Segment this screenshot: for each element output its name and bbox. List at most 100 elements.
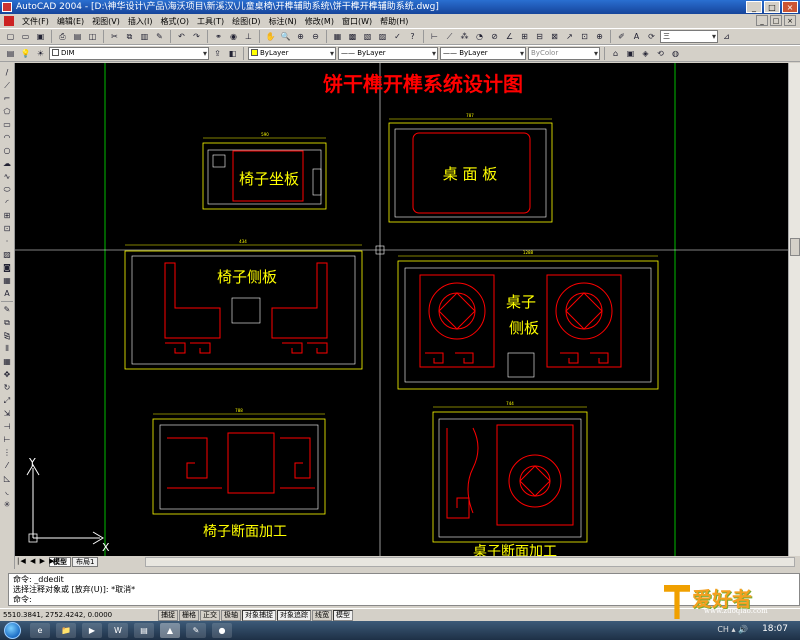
panel-table-top[interactable]: 787 桌 面 板 — [388, 113, 553, 223]
break-icon[interactable]: ⁄ — [1, 460, 13, 471]
fillet-icon[interactable]: ◟ — [1, 486, 13, 497]
drawing-area[interactable]: 饼干榫开榫系统设计图 590 椅子坐板 787 桌 面 板 434 椅子侧板 1… — [15, 63, 788, 556]
point-icon[interactable]: · — [1, 236, 13, 247]
scroll-thumb[interactable] — [790, 238, 800, 256]
lineweight-select[interactable]: —— ByLayer — [440, 47, 526, 60]
dim-style-select[interactable]: 三 — [660, 30, 718, 43]
diameter-dim-icon[interactable]: ⊘ — [488, 30, 501, 43]
document-icon[interactable] — [4, 16, 14, 26]
print-preview-icon[interactable]: ▤ — [71, 30, 84, 43]
break-point-icon[interactable]: ⋮ — [1, 447, 13, 458]
ordinate-dim-icon[interactable]: ⁂ — [458, 30, 471, 43]
design-center-icon[interactable]: ▩ — [346, 30, 359, 43]
new-file-icon[interactable]: ▢ — [4, 30, 17, 43]
polar-toggle[interactable]: 极轴 — [221, 609, 241, 621]
panel-table-side[interactable]: 1288 桌子 侧板 — [397, 250, 659, 390]
center-mark-icon[interactable]: ⊕ — [593, 30, 606, 43]
color-select[interactable]: ByLayer — [248, 47, 336, 60]
polygon-icon[interactable]: ⬠ — [1, 106, 13, 117]
doc-minimize-button[interactable]: _ — [756, 15, 768, 26]
layer-previous-icon[interactable]: ◧ — [226, 47, 239, 60]
panel-table-section[interactable]: 744 桌子断面加工 — [432, 401, 588, 556]
open-folder-icon[interactable]: ▭ — [19, 30, 32, 43]
start-button[interactable] — [4, 622, 21, 639]
tolerance-icon[interactable]: ⊡ — [578, 30, 591, 43]
osnap-toggle[interactable]: 对象捕捉 — [242, 609, 276, 621]
match-properties-icon[interactable]: ✎ — [153, 30, 166, 43]
menu-insert[interactable]: 插入(I) — [124, 16, 157, 27]
save-icon[interactable]: ▣ — [34, 30, 47, 43]
clock[interactable]: 18:07 — [762, 624, 788, 634]
menu-dimension[interactable]: 标注(N) — [265, 16, 301, 27]
offset-icon[interactable]: ⫴ — [1, 343, 13, 354]
baseline-dim-icon[interactable]: ⊟ — [533, 30, 546, 43]
layer-manager-icon[interactable]: ▤ — [4, 47, 17, 60]
region-icon[interactable]: ◙ — [1, 262, 13, 273]
taskbar-autocad-icon[interactable]: ▲ — [160, 623, 180, 638]
array-icon[interactable]: ▦ — [1, 356, 13, 367]
revcloud-icon[interactable]: ☁ — [1, 158, 13, 169]
view-front-icon[interactable]: ▣ — [624, 47, 637, 60]
continue-dim-icon[interactable]: ⊠ — [548, 30, 561, 43]
layer-on-icon[interactable]: 💡 — [19, 47, 32, 60]
doc-restore-button[interactable]: □ — [770, 15, 782, 26]
aligned-dim-icon[interactable]: ⟋ — [443, 30, 456, 43]
scale-icon[interactable]: ⤢ — [1, 395, 13, 406]
menu-edit[interactable]: 编辑(E) — [53, 16, 88, 27]
menu-window[interactable]: 窗口(W) — [338, 16, 376, 27]
hatch-icon[interactable]: ▨ — [1, 249, 13, 260]
panel-chair-seat[interactable]: 590 椅子坐板 — [202, 132, 327, 210]
menu-modify[interactable]: 修改(M) — [301, 16, 338, 27]
dim-text-edit-icon[interactable]: A — [630, 30, 643, 43]
properties-icon[interactable]: ▦ — [331, 30, 344, 43]
taskbar-editor-icon[interactable]: ✎ — [186, 623, 206, 638]
close-button[interactable]: × — [782, 1, 798, 13]
zoom-window-icon[interactable]: ⊕ — [294, 30, 307, 43]
taskbar-app-icon[interactable]: ▤ — [134, 623, 154, 638]
ucs-icon[interactable]: ⊥ — [242, 30, 255, 43]
ellipse-arc-icon[interactable]: ◜ — [1, 197, 13, 208]
taskbar-explorer-icon[interactable]: 📁 — [56, 623, 76, 638]
help-icon[interactable]: ? — [406, 30, 419, 43]
line-dim-icon[interactable]: ⊢ — [428, 30, 441, 43]
taskbar-word-icon[interactable]: W — [108, 623, 128, 638]
menu-format[interactable]: 格式(O) — [156, 16, 193, 27]
menu-draw[interactable]: 绘图(D) — [228, 16, 264, 27]
stretch-icon[interactable]: ⇲ — [1, 408, 13, 419]
copy-object-icon[interactable]: ⧉ — [1, 317, 13, 328]
angular-dim-icon[interactable]: ∠ — [503, 30, 516, 43]
make-current-layer-icon[interactable]: ⇪ — [211, 47, 224, 60]
make-block-icon[interactable]: ⊡ — [1, 223, 13, 234]
ortho-toggle[interactable]: 正交 — [200, 609, 220, 621]
menu-help[interactable]: 帮助(H) — [376, 16, 412, 27]
dim-style-icon[interactable]: ⊿ — [720, 30, 733, 43]
arc-icon[interactable]: ◠ — [1, 132, 13, 143]
taskbar-media-icon[interactable]: ▶ — [82, 623, 102, 638]
layer-freeze-icon[interactable]: ☀ — [34, 47, 47, 60]
pan-icon[interactable]: ✋ — [264, 30, 277, 43]
hyperlink-icon[interactable]: ⚭ — [212, 30, 225, 43]
circle-icon[interactable]: ○ — [1, 145, 13, 156]
doc-close-button[interactable]: × — [784, 15, 796, 26]
linetype-select[interactable]: —— ByLayer — [338, 47, 438, 60]
layer-select[interactable]: DIM — [49, 47, 209, 60]
paste-icon[interactable]: ▥ — [138, 30, 151, 43]
dim-edit-icon[interactable]: ✐ — [615, 30, 628, 43]
mirror-icon[interactable]: ⧎ — [1, 330, 13, 341]
shade-icon[interactable]: ◍ — [669, 47, 682, 60]
command-handle[interactable] — [0, 573, 8, 606]
grid-toggle[interactable]: 栅格 — [179, 609, 199, 621]
horizontal-scrollbar[interactable] — [145, 557, 795, 567]
maximize-button[interactable]: □ — [764, 1, 780, 13]
move-icon[interactable]: ✥ — [1, 369, 13, 380]
rectangle-icon[interactable]: ▭ — [1, 119, 13, 130]
undo-icon[interactable]: ↶ — [175, 30, 188, 43]
view-top-icon[interactable]: ⌂ — [609, 47, 622, 60]
line-icon[interactable]: / — [1, 67, 13, 78]
tracking-icon[interactable]: ◉ — [227, 30, 240, 43]
trim-icon[interactable]: ⊣ — [1, 421, 13, 432]
polyline-icon[interactable]: ⌐ — [1, 93, 13, 104]
autocad-app-icon[interactable] — [2, 2, 12, 12]
menu-tools[interactable]: 工具(T) — [193, 16, 228, 27]
ellipse-icon[interactable]: ⬭ — [1, 184, 13, 195]
